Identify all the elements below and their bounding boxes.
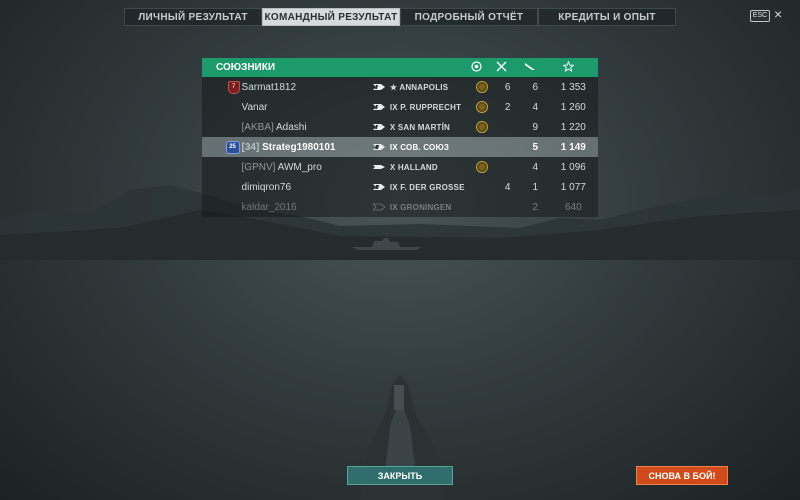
destroyer-icon	[372, 165, 385, 169]
ship-name: IX P. RUPPRECHT	[389, 102, 462, 112]
player-name: kaldar_2016	[241, 201, 297, 213]
cruiser-icon	[372, 203, 385, 211]
result-tabs: ЛИЧНЫЙ РЕЗУЛЬТАТ КОМАНДНЫЙ РЕЗУЛЬТАТ ПОД…	[124, 8, 676, 26]
player-row-self[interactable]: 25 [34] Strateg1980101 IX СОВ. СОЮЗ 5 1 …	[202, 137, 598, 157]
star-icon	[543, 60, 593, 75]
player-row[interactable]: [GPNV] AWM_pro X HALLAND 4 1 096	[202, 157, 598, 177]
battleship-icon	[372, 144, 385, 150]
allies-title: СОЮЗНИКИ	[216, 62, 276, 73]
clan-tag: [GPNV]	[241, 161, 276, 173]
stat-exp: 1 353	[560, 81, 586, 93]
cruiser-icon	[372, 124, 385, 130]
ship-name: X SAN MARTÍN	[389, 122, 451, 132]
cruiser-icon	[372, 104, 385, 110]
tab-team-result[interactable]: КОМАНДНЫЙ РЕЗУЛЬТАТ	[262, 8, 400, 26]
cruiser-icon	[372, 84, 385, 90]
clan-tag: [34]	[241, 141, 260, 153]
stat-exp: 1 149	[560, 141, 586, 153]
player-row[interactable]: kaldar_2016 IX GRONINGEN 2 640	[202, 197, 598, 217]
ship-name: IX GRONINGEN	[389, 202, 452, 212]
rank-badge: 7	[227, 80, 240, 94]
allies-header: СОЮЗНИКИ	[202, 58, 598, 77]
stat-ships: 6	[532, 81, 539, 93]
ship-name: ★ ANNAPOLIS	[389, 82, 449, 92]
player-name: Adashi	[276, 121, 307, 133]
background-ship-distant	[352, 238, 422, 250]
player-row[interactable]: dimiqron76 IX F. DER GROSSE 4 1 1 077	[202, 177, 598, 197]
ship-name: X HALLAND	[389, 162, 438, 172]
medal-icon	[476, 161, 489, 173]
battleship-icon	[372, 184, 385, 190]
medal-icon	[465, 60, 487, 75]
stat-ships: 2	[532, 201, 539, 213]
stat-planes: 6	[504, 81, 511, 93]
player-name: Vanar	[241, 101, 268, 113]
stat-exp: 1 077	[560, 181, 586, 193]
player-row[interactable]: 7 Sarmat1812 ★ ANNAPOLIS 6 6 1 353	[202, 77, 598, 97]
stat-exp: 1 220	[560, 121, 586, 133]
stat-exp: 1 096	[560, 161, 586, 173]
player-name: Strateg1980101	[262, 141, 336, 153]
stat-ships: 1	[532, 181, 539, 193]
battle-again-button[interactable]: СНОВА В БОЙ!	[636, 466, 728, 485]
stat-ships: 5	[532, 141, 539, 153]
level-badge: 25	[225, 140, 240, 154]
player-row[interactable]: [AKBA] Adashi X SAN MARTÍN 9 1 220	[202, 117, 598, 137]
player-row[interactable]: Vanar IX P. RUPPRECHT 2 4 1 260	[202, 97, 598, 117]
player-name: Sarmat1812	[241, 81, 297, 93]
close-icon[interactable]: ×	[774, 7, 782, 21]
stat-planes: 2	[504, 101, 511, 113]
player-name: dimiqron76	[241, 181, 292, 193]
tab-credits-xp[interactable]: КРЕДИТЫ И ОПЫТ	[538, 8, 676, 26]
stat-exp: 640	[564, 201, 582, 213]
stat-planes: 4	[504, 181, 511, 193]
medal-icon	[476, 81, 489, 93]
ship-name: IX СОВ. СОЮЗ	[389, 142, 450, 152]
player-name: AWM_pro	[277, 161, 322, 173]
stat-exp: 1 260	[560, 101, 586, 113]
ship-sunk-icon	[516, 61, 543, 74]
stat-ships: 4	[532, 161, 539, 173]
medal-icon	[476, 101, 489, 113]
esc-key-hint: ESC	[750, 10, 770, 22]
stat-ships: 4	[532, 101, 539, 113]
clan-tag: [AKBA]	[241, 121, 274, 133]
stat-ships: 9	[532, 121, 539, 133]
ship-name: IX F. DER GROSSE	[389, 182, 465, 192]
close-button[interactable]: ЗАКРЫТЬ	[347, 466, 453, 485]
medal-icon	[476, 121, 489, 133]
plane-icon	[487, 61, 516, 75]
allies-panel: СОЮЗНИКИ 7 Sarmat1812 ★ ANNAPOLIS 6 6 1 …	[202, 58, 598, 218]
tab-personal-result[interactable]: ЛИЧНЫЙ РЕЗУЛЬТАТ	[124, 8, 262, 26]
tab-detailed-report[interactable]: ПОДРОБНЫЙ ОТЧЁТ	[400, 8, 538, 26]
